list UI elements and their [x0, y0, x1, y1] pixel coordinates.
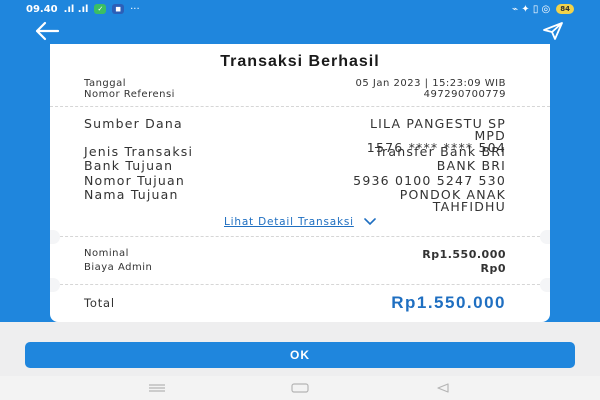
type-value: Transfer Bank BRI [375, 144, 506, 159]
status-bar: 09.40 .ıl .ıl ✓ ◼ ··· ⌁ ✦ ▯ ◎ 84 [0, 0, 600, 18]
reference-label: Nomor Referensi [84, 89, 175, 100]
status-time: 09.40 [26, 3, 58, 15]
nominal-value: Rp1.550.000 [422, 248, 506, 261]
divider [50, 236, 550, 237]
ok-button[interactable]: OK [25, 342, 575, 368]
divider [50, 106, 550, 107]
dest-number-value: 5936 0100 5247 530 [353, 173, 506, 188]
battery-icon: 84 [556, 4, 574, 14]
date-label: Tanggal [84, 78, 127, 89]
reference-row: Nomor Referensi 497290700779 [84, 89, 506, 100]
notification-icon: ◼ [112, 4, 125, 14]
app-bar [0, 18, 600, 44]
total-label: Total [84, 296, 115, 310]
fee-value: Rp0 [480, 262, 506, 275]
nominal-row: Nominal Rp1.550.000 [84, 248, 506, 261]
receipt-title: Transaksi Berhasil [220, 53, 380, 70]
ticket-notch [50, 278, 60, 292]
type-label: Jenis Transaksi [84, 144, 194, 159]
ticket-notch [50, 230, 60, 244]
bank-row: Bank Tujuan BANK BRI [84, 158, 506, 173]
divider [50, 284, 550, 285]
back-nav-icon[interactable] [433, 382, 453, 394]
menu-icon[interactable] [147, 382, 167, 394]
reference-value: 497290700779 [423, 89, 506, 100]
view-detail-label: Lihat Detail Transaksi [224, 216, 354, 228]
system-nav-bar [0, 376, 600, 400]
signal-icon: .ıl .ıl [63, 3, 89, 15]
bank-label: Bank Tujuan [84, 158, 174, 173]
total-row: Total Rp1.550.000 [84, 293, 506, 313]
more-notifications-icon: ··· [130, 3, 140, 15]
dest-name-line2: TAHFIDHU [432, 199, 506, 214]
date-value: 05 Jan 2023 | 15:23:09 WIB [355, 78, 506, 89]
dest-number-row: Nomor Tujuan 5936 0100 5247 530 [84, 173, 506, 188]
receipt-card: Transaksi Berhasil Tanggal 05 Jan 2023 |… [50, 44, 550, 322]
view-detail-link[interactable]: Lihat Detail Transaksi [50, 216, 550, 228]
type-row: Jenis Transaksi Transfer Bank BRI [84, 144, 506, 159]
send-icon[interactable] [542, 21, 564, 41]
home-icon[interactable] [290, 382, 310, 394]
dest-name-label: Nama Tujuan [84, 187, 179, 202]
date-row: Tanggal 05 Jan 2023 | 15:23:09 WIB [84, 78, 506, 89]
dest-number-label: Nomor Tujuan [84, 173, 185, 188]
dest-name-row: Nama Tujuan PONDOK ANAK TAHFIDHU [84, 187, 506, 214]
system-icons: ⌁ ✦ ▯ ◎ [512, 3, 551, 15]
ticket-notch [540, 230, 550, 244]
chevron-down-icon [364, 218, 376, 226]
bank-value: BANK BRI [436, 158, 506, 173]
whatsapp-icon: ✓ [94, 4, 107, 14]
fee-row: Biaya Admin Rp0 [84, 262, 506, 275]
ticket-notch [540, 278, 550, 292]
nominal-label: Nominal [84, 248, 129, 259]
dest-name-value: PONDOK ANAK TAHFIDHU [400, 188, 506, 214]
total-value: Rp1.550.000 [391, 293, 506, 312]
fee-label: Biaya Admin [84, 262, 153, 273]
arrow-left-icon[interactable] [34, 21, 60, 41]
